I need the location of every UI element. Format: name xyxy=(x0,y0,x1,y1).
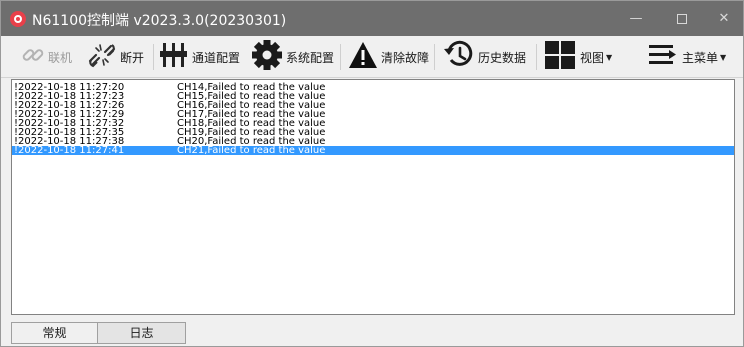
log-message: CH21,Failed to read the value xyxy=(177,145,326,156)
history-icon xyxy=(443,40,475,74)
clear-fault-button[interactable]: 清除故障 xyxy=(348,40,429,74)
toolbar-separator xyxy=(153,44,154,70)
gear-icon xyxy=(251,39,283,75)
bottom-tab-bar: 常规 日志 xyxy=(11,322,735,346)
main-menu-label: 主菜单 xyxy=(682,50,719,65)
history-data-button[interactable]: 历史数据 xyxy=(443,40,526,74)
view-menu-button[interactable]: 视图 ▼ xyxy=(543,40,612,74)
log-row-selected[interactable]: !2022-10-18 11:27:41 CH21,Failed to read… xyxy=(12,145,734,156)
chevron-down-icon: ▼ xyxy=(720,52,727,62)
connect-label: 联机 xyxy=(48,50,73,65)
channel-config-button[interactable]: 通道配置 xyxy=(159,40,240,74)
toolbar-separator xyxy=(340,44,341,70)
broken-link-icon xyxy=(87,41,117,73)
tab-general[interactable]: 常规 xyxy=(11,322,98,344)
channel-sliders-icon xyxy=(159,40,189,74)
history-data-label: 历史数据 xyxy=(478,50,527,65)
disconnect-label: 断开 xyxy=(120,50,145,65)
main-menu-button[interactable]: 主菜单 ▼ xyxy=(647,40,726,74)
maximize-button[interactable] xyxy=(659,1,705,36)
grid-view-icon xyxy=(543,39,577,75)
window-title: N61100控制端 v2023.3.0(20230301) xyxy=(32,13,287,29)
disconnect-button[interactable]: 断开 xyxy=(87,40,144,74)
toolbar: 联机 断开 通道配置 系统配置 清除故障 历史数据 视图 ▼ 主菜单 ▼ xyxy=(1,36,743,78)
link-icon xyxy=(21,43,45,71)
connect-button[interactable]: 联机 xyxy=(21,40,72,74)
channel-config-label: 通道配置 xyxy=(192,50,241,65)
minimize-button[interactable]: — xyxy=(613,1,659,36)
app-window: N61100控制端 v2023.3.0(20230301) — ✕ 联机 断开 … xyxy=(0,0,744,347)
app-logo-icon xyxy=(10,11,26,27)
menu-icon xyxy=(647,42,679,72)
toolbar-separator xyxy=(434,44,435,70)
log-timestamp: !2022-10-18 11:27:41 xyxy=(14,145,125,156)
tab-log[interactable]: 日志 xyxy=(97,322,186,344)
log-list[interactable]: !2022-10-18 11:27:20 CH14,Failed to read… xyxy=(11,79,735,315)
title-bar[interactable]: N61100控制端 v2023.3.0(20230301) — ✕ xyxy=(1,1,743,36)
clear-fault-label: 清除故障 xyxy=(381,50,430,65)
chevron-down-icon: ▼ xyxy=(606,52,613,62)
close-button[interactable]: ✕ xyxy=(701,1,744,36)
maximize-icon xyxy=(677,13,687,24)
system-config-button[interactable]: 系统配置 xyxy=(251,40,334,74)
toolbar-separator xyxy=(536,44,537,70)
system-config-label: 系统配置 xyxy=(286,50,335,65)
warning-icon xyxy=(348,40,378,74)
view-menu-label: 视图 xyxy=(580,50,605,65)
